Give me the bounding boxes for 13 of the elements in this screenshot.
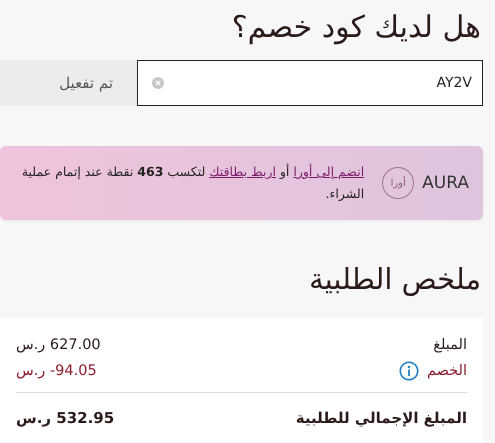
- activate-button[interactable]: تم تفعيل: [0, 60, 137, 106]
- summary-title: ملخص الطلبية: [308, 261, 482, 298]
- info-icon[interactable]: [398, 361, 419, 381]
- coupon-field[interactable]: AY2V: [137, 60, 483, 106]
- coupon-input[interactable]: AY2V: [172, 75, 472, 91]
- coupon-title: هل لديك كود خصم؟: [230, 9, 482, 47]
- join-link[interactable]: انضم إلى أورا: [293, 164, 364, 179]
- logo-badge: أورا: [382, 167, 414, 199]
- row-label: المبلغ الإجمالي للطلبية: [296, 409, 467, 427]
- row-label: المبلغ: [433, 337, 467, 353]
- row-label: الخصم: [426, 363, 467, 379]
- link-card-link[interactable]: اربط بطاقتك: [209, 164, 276, 179]
- brand-name: AURA: [422, 173, 469, 193]
